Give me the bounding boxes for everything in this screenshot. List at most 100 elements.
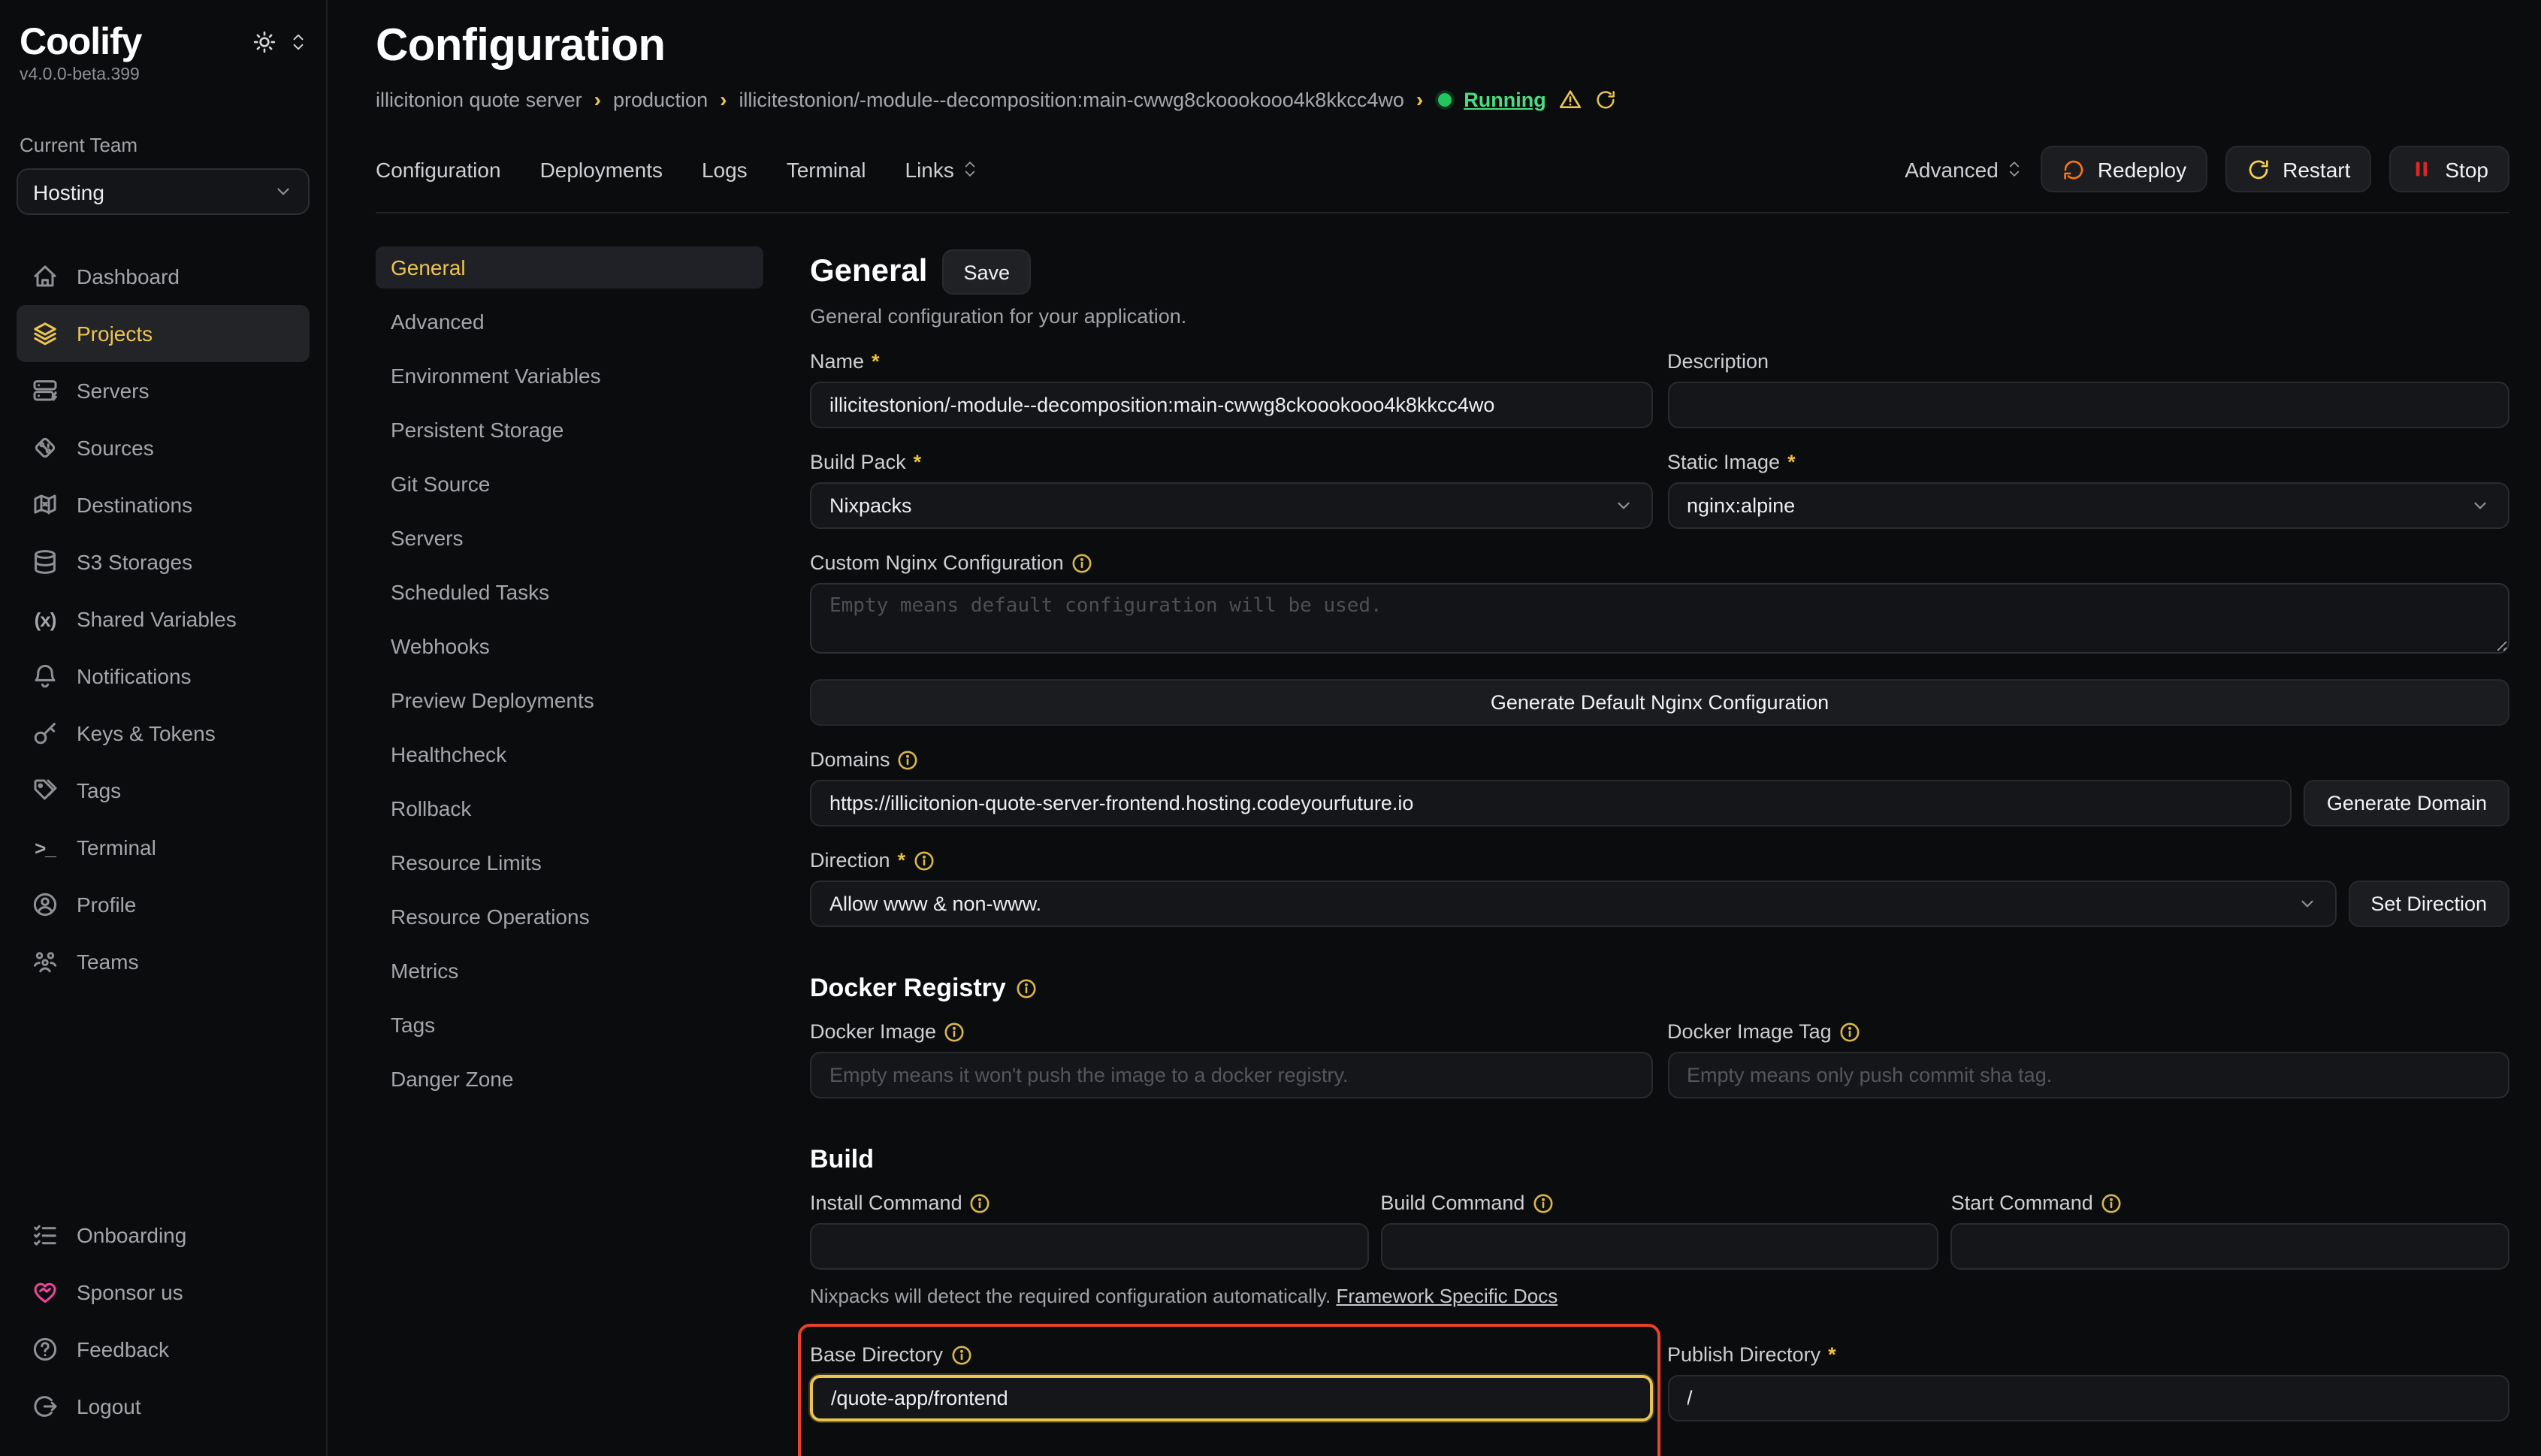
stop-icon	[2410, 158, 2433, 180]
base-directory-field: Base Directory	[810, 1343, 1652, 1421]
status-running-link[interactable]: Running	[1464, 88, 1545, 110]
sidebar-item-feedback[interactable]: Feedback	[17, 1321, 310, 1378]
refresh-icon[interactable]	[1594, 88, 1617, 110]
breadcrumb-application-link[interactable]: illicitestonion/-module--decomposition:m…	[739, 88, 1403, 110]
info-icon[interactable]	[1071, 552, 1092, 573]
config-nav-preview-deployments[interactable]: Preview Deployments	[376, 679, 763, 721]
theme-toggle-sun-icon[interactable]	[252, 30, 276, 54]
tab-terminal[interactable]: Terminal	[787, 157, 866, 181]
expand-collapse-icon[interactable]	[290, 32, 307, 53]
restart-button[interactable]: Restart	[2225, 146, 2371, 192]
tab-logs[interactable]: Logs	[702, 157, 748, 181]
build-command-field: Build Command	[1380, 1192, 1938, 1270]
sidebar-item-dashboard[interactable]: Dashboard	[17, 248, 310, 305]
redeploy-button[interactable]: Redeploy	[2041, 146, 2207, 192]
sidebar-item-logout[interactable]: Logout	[17, 1378, 310, 1435]
sidebar-item-sources[interactable]: Sources	[17, 419, 310, 476]
config-nav-resource-limits[interactable]: Resource Limits	[376, 841, 763, 884]
tab-links[interactable]: Links	[905, 157, 978, 181]
info-icon[interactable]	[1017, 978, 1038, 999]
name-input[interactable]	[810, 382, 1652, 428]
config-nav-advanced[interactable]: Advanced	[376, 301, 763, 343]
sidebar-item-s3-storages[interactable]: S3 Storages	[17, 533, 310, 591]
sidebar-item-projects[interactable]: Projects	[17, 305, 310, 362]
static-image-select[interactable]: nginx:alpine	[1667, 482, 2509, 529]
app-logo[interactable]: Coolify	[20, 21, 141, 65]
config-nav-resource-operations[interactable]: Resource Operations	[376, 896, 763, 938]
generate-nginx-button[interactable]: Generate Default Nginx Configuration	[810, 679, 2509, 726]
build-command-input[interactable]	[1380, 1223, 1938, 1270]
breadcrumb-separator: ›	[720, 87, 727, 111]
sidebar-footer: Onboarding Sponsor us Feedback Logout	[17, 1207, 310, 1435]
page-title: Configuration	[376, 21, 2509, 72]
config-nav-general[interactable]: General	[376, 246, 763, 288]
config-nav-environment-variables[interactable]: Environment Variables	[376, 355, 763, 397]
start-command-input[interactable]	[1951, 1223, 2509, 1270]
config-nav-healthcheck[interactable]: Healthcheck	[376, 733, 763, 775]
build-pack-select[interactable]: Nixpacks	[810, 482, 1652, 529]
info-icon[interactable]	[913, 850, 934, 871]
app-root: Coolify v4.0.0-beta.399 Current Team Hos…	[0, 0, 2541, 1456]
start-command-label: Start Command	[1951, 1192, 2093, 1214]
sidebar-item-tags[interactable]: Tags	[17, 762, 310, 819]
description-input[interactable]	[1667, 382, 2509, 428]
set-direction-button[interactable]: Set Direction	[2348, 881, 2509, 927]
config-nav-metrics[interactable]: Metrics	[376, 950, 763, 992]
content: General Advanced Environment Variables P…	[376, 213, 2509, 1456]
generate-domain-button[interactable]: Generate Domain	[2304, 780, 2509, 826]
info-icon[interactable]	[970, 1192, 991, 1213]
direction-select[interactable]: Allow www & non-www.	[810, 881, 2336, 927]
advanced-dropdown[interactable]: Advanced	[1905, 157, 2023, 181]
name-label: Name	[810, 350, 864, 373]
info-icon[interactable]	[950, 1344, 971, 1365]
sidebar-item-shared-variables[interactable]: (x) Shared Variables	[17, 591, 310, 648]
sidebar-nav: Dashboard Projects Servers Sources Desti…	[17, 248, 310, 990]
config-nav-rollback[interactable]: Rollback	[376, 787, 763, 829]
custom-nginx-textarea[interactable]	[810, 583, 2509, 654]
sidebar-item-label: Keys & Tokens	[77, 721, 216, 745]
framework-docs-link[interactable]: Framework Specific Docs	[1336, 1285, 1558, 1307]
breadcrumb-project-link[interactable]: illicitonion quote server	[376, 88, 582, 110]
docker-image-tag-input[interactable]	[1667, 1052, 2509, 1098]
sidebar-item-keys-tokens[interactable]: Keys & Tokens	[17, 705, 310, 762]
tab-configuration[interactable]: Configuration	[376, 157, 501, 181]
logo-row: Coolify	[17, 21, 310, 65]
chevron-down-icon	[273, 182, 293, 201]
sidebar: Coolify v4.0.0-beta.399 Current Team Hos…	[0, 0, 328, 1456]
warning-icon[interactable]	[1558, 87, 1582, 111]
info-icon[interactable]	[1532, 1192, 1553, 1213]
team-select[interactable]: Hosting	[17, 168, 310, 215]
tab-deployments[interactable]: Deployments	[540, 157, 663, 181]
sidebar-item-terminal[interactable]: >_ Terminal	[17, 819, 310, 876]
sidebar-item-teams[interactable]: Teams	[17, 933, 310, 990]
sidebar-item-profile[interactable]: Profile	[17, 876, 310, 933]
publish-directory-input[interactable]	[1667, 1375, 2509, 1421]
sidebar-item-destinations[interactable]: Destinations	[17, 476, 310, 533]
config-nav-servers[interactable]: Servers	[376, 517, 763, 559]
sidebar-item-servers[interactable]: Servers	[17, 362, 310, 419]
config-nav-scheduled-tasks[interactable]: Scheduled Tasks	[376, 571, 763, 613]
sidebar-item-onboarding[interactable]: Onboarding	[17, 1207, 310, 1264]
info-icon[interactable]	[2101, 1192, 2122, 1213]
config-nav-tags[interactable]: Tags	[376, 1004, 763, 1046]
install-command-input[interactable]	[810, 1223, 1368, 1270]
docker-image-input[interactable]	[810, 1052, 1652, 1098]
build-heading: Build	[810, 1145, 874, 1175]
info-icon[interactable]	[898, 749, 919, 770]
sidebar-item-label: Onboarding	[77, 1223, 186, 1247]
config-nav-git-source[interactable]: Git Source	[376, 463, 763, 505]
config-nav-webhooks[interactable]: Webhooks	[376, 625, 763, 667]
info-icon[interactable]	[1839, 1021, 1860, 1042]
info-icon[interactable]	[944, 1021, 965, 1042]
sidebar-item-notifications[interactable]: Notifications	[17, 648, 310, 705]
tab-row: Configuration Deployments Logs Terminal …	[376, 146, 2509, 192]
base-directory-input[interactable]	[810, 1375, 1652, 1421]
build-pack-label: Build Pack	[810, 451, 906, 473]
config-nav-persistent-storage[interactable]: Persistent Storage	[376, 409, 763, 451]
domains-input[interactable]	[810, 780, 2292, 826]
stop-button[interactable]: Stop	[2389, 146, 2509, 192]
breadcrumb-environment-link[interactable]: production	[613, 88, 708, 110]
config-nav-danger-zone[interactable]: Danger Zone	[376, 1058, 763, 1100]
sidebar-item-sponsor[interactable]: Sponsor us	[17, 1264, 310, 1321]
save-button[interactable]: Save	[942, 249, 1031, 295]
